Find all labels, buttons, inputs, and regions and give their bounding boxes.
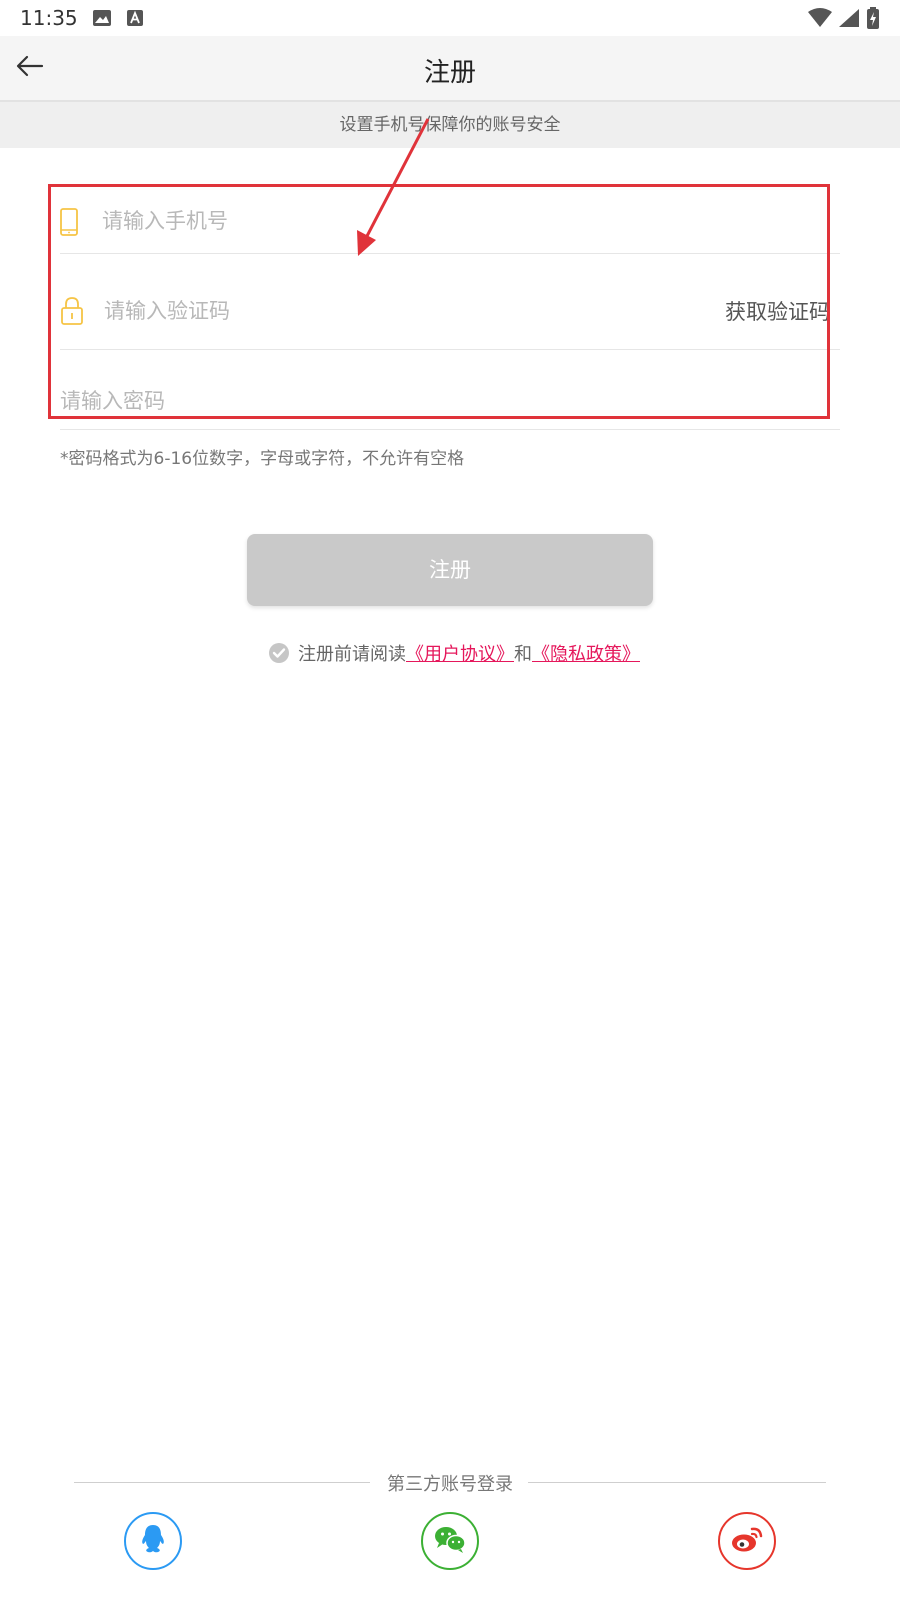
- verification-code-input[interactable]: [104, 296, 664, 326]
- privacy-policy-link[interactable]: 《隐私政策》: [532, 640, 640, 666]
- agreement-row: 注册前请阅读 《用户协议》 和 《隐私政策》: [268, 640, 640, 666]
- agreement-prefix: 注册前请阅读: [298, 644, 406, 665]
- a-icon: [126, 9, 144, 31]
- code-field-row: 获取验证码: [60, 254, 840, 350]
- password-field-row: [60, 350, 840, 430]
- divider-right: [528, 1482, 826, 1483]
- password-hint: *密码格式为6-16位数字，字母或字符，不允许有空格: [60, 449, 465, 469]
- wifi-icon: [808, 8, 832, 32]
- weibo-icon: [730, 1524, 764, 1558]
- phone-input[interactable]: [102, 206, 802, 236]
- qq-icon: [138, 1523, 168, 1559]
- register-button[interactable]: 注册: [247, 534, 653, 606]
- page-title: 注册: [423, 58, 476, 88]
- wechat-login-button[interactable]: [421, 1512, 479, 1570]
- security-notice: 设置手机号保障你的账号安全: [0, 102, 900, 148]
- status-bar: 11:35: [0, 0, 900, 36]
- phone-icon: [60, 208, 78, 240]
- status-time: 11:35: [20, 6, 78, 30]
- password-input[interactable]: [60, 386, 800, 416]
- user-agreement-link[interactable]: 《用户协议》: [406, 640, 514, 666]
- phone-field-row: [60, 188, 840, 254]
- agreement-and: 和: [514, 644, 532, 665]
- get-code-button[interactable]: 获取验证码: [725, 296, 830, 326]
- image-icon: [92, 9, 112, 31]
- wechat-icon: [433, 1524, 467, 1558]
- qq-login-button[interactable]: [124, 1512, 182, 1570]
- signal-icon: [838, 8, 860, 32]
- lock-icon: [60, 296, 84, 330]
- check-circle-icon[interactable]: [268, 642, 290, 664]
- app-bar: 注册: [0, 36, 900, 102]
- status-right-icons: [808, 7, 880, 33]
- battery-icon: [866, 7, 880, 33]
- weibo-login-button[interactable]: [718, 1512, 776, 1570]
- third-party-label: 第三方账号登录: [387, 1474, 513, 1495]
- status-left-icons: [92, 9, 144, 31]
